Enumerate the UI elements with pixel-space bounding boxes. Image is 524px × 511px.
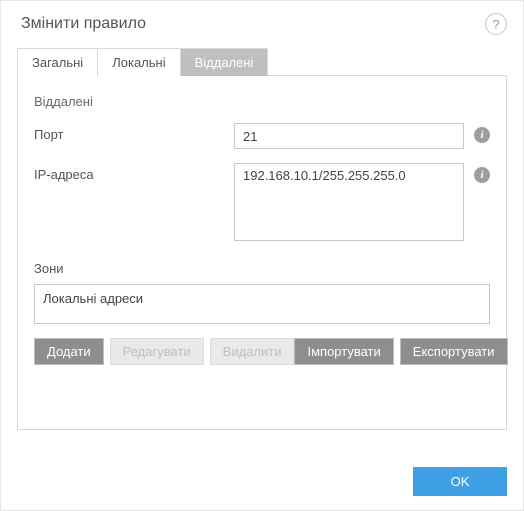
delete-button: Видалити bbox=[210, 338, 295, 365]
tabs: Загальні Локальні Віддалені bbox=[17, 48, 268, 76]
zones-list[interactable]: Локальні адреси bbox=[34, 284, 490, 324]
button-row: Додати Редагувати Видалити Імпортувати Е… bbox=[34, 338, 490, 365]
port-control: i bbox=[234, 123, 490, 149]
dialog-title: Змінити правило bbox=[21, 15, 146, 33]
btn-group-left: Додати Редагувати Видалити bbox=[34, 338, 294, 365]
import-button[interactable]: Імпортувати bbox=[294, 338, 393, 365]
dialog-header: Змінити правило ? bbox=[1, 1, 523, 47]
ip-label: IP-адреса bbox=[34, 163, 234, 182]
export-button[interactable]: Експортувати bbox=[400, 338, 508, 365]
tab-local[interactable]: Локальні bbox=[98, 49, 180, 76]
port-input[interactable] bbox=[234, 123, 464, 149]
tab-general[interactable]: Загальні bbox=[18, 49, 98, 76]
dialog-body: Загальні Локальні Віддалені Віддалені По… bbox=[1, 47, 523, 457]
ok-button[interactable]: OK bbox=[413, 467, 507, 496]
zones-label: Зони bbox=[34, 261, 490, 276]
btn-group-right: Імпортувати Експортувати bbox=[294, 338, 507, 365]
add-button[interactable]: Додати bbox=[34, 338, 104, 365]
dialog-footer: OK bbox=[1, 457, 523, 510]
section-heading: Віддалені bbox=[34, 94, 490, 109]
tab-remote[interactable]: Віддалені bbox=[181, 49, 268, 76]
ip-control: 192.168.10.1/255.255.255.0 i bbox=[234, 163, 490, 241]
info-icon[interactable]: i bbox=[474, 127, 490, 143]
row-port: Порт i bbox=[34, 123, 490, 149]
edit-button: Редагувати bbox=[110, 338, 204, 365]
ip-input[interactable]: 192.168.10.1/255.255.255.0 bbox=[234, 163, 464, 241]
zones-list-item[interactable]: Локальні адреси bbox=[43, 291, 481, 306]
info-icon[interactable]: i bbox=[474, 167, 490, 183]
port-label: Порт bbox=[34, 123, 234, 142]
help-icon[interactable]: ? bbox=[485, 13, 507, 35]
edit-rule-dialog: Змінити правило ? Загальні Локальні Відд… bbox=[0, 0, 524, 511]
tab-panel-remote: Віддалені Порт i IP-адреса 192.168.10.1/… bbox=[17, 75, 507, 430]
row-ip: IP-адреса 192.168.10.1/255.255.255.0 i bbox=[34, 163, 490, 241]
